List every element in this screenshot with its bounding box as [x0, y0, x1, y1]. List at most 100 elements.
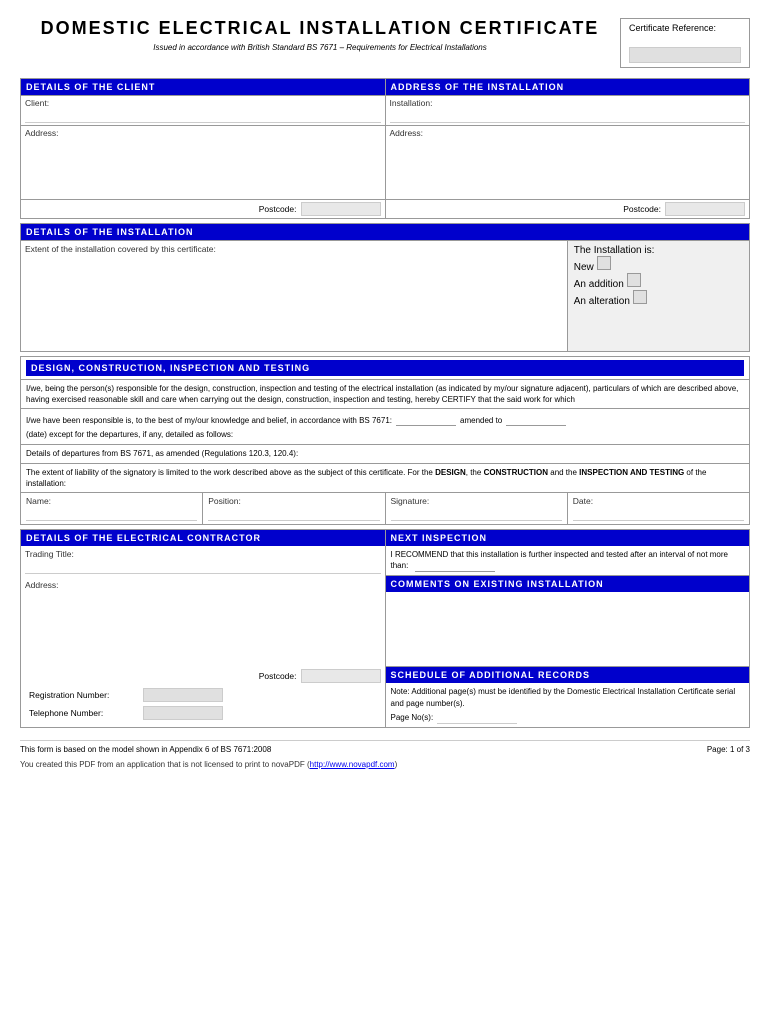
- page-info: Page: 1 of 3: [707, 745, 750, 754]
- trading-label: Trading Title:: [25, 549, 381, 559]
- install-postcode-input[interactable]: [665, 202, 745, 216]
- page: DOMESTIC ELECTRICAL INSTALLATION CERTIFI…: [0, 0, 770, 1024]
- tel-num-input[interactable]: [143, 706, 223, 720]
- trading-block: Trading Title:: [21, 546, 385, 577]
- signature-input[interactable]: [391, 507, 562, 521]
- main-title: DOMESTIC ELECTRICAL INSTALLATION CERTIFI…: [20, 18, 620, 39]
- cert-ref-box: Certificate Reference:: [620, 18, 750, 68]
- installation-label: Installation:: [390, 98, 746, 108]
- install-address-label: Address:: [390, 128, 746, 138]
- form-note: This form is based on the model shown in…: [20, 745, 271, 754]
- client-address-label: Address:: [25, 128, 381, 138]
- install-postcode-row: Postcode:: [386, 200, 750, 218]
- bs7671-input[interactable]: [396, 414, 456, 426]
- comments-area[interactable]: [391, 595, 745, 660]
- page-footer: This form is based on the model shown in…: [20, 740, 750, 754]
- client-postcode-row: Postcode:: [21, 200, 385, 218]
- client-address-area[interactable]: [25, 139, 381, 194]
- cert-ref-label: Certificate Reference:: [629, 23, 741, 33]
- position-cell: Position:: [203, 492, 385, 524]
- next-insp-input[interactable]: [415, 560, 495, 572]
- tel-num-label: Telephone Number:: [29, 708, 139, 718]
- date-cell: Date:: [567, 492, 749, 524]
- date2-label: Date:: [573, 496, 744, 506]
- new-row: New: [574, 256, 743, 273]
- design-para2-text: I/we have been responsible is, to the be…: [26, 416, 392, 425]
- address-header: ADDRESS OF THE INSTALLATION: [386, 79, 750, 95]
- install-address-area[interactable]: [390, 139, 746, 194]
- departures-label: Details of departures from BS 7671, as a…: [26, 448, 744, 459]
- date-input[interactable]: [573, 507, 744, 521]
- name-input[interactable]: [26, 507, 197, 521]
- contractor-postcode-row: Postcode:: [21, 667, 385, 685]
- client-postcode-label: Postcode:: [259, 204, 297, 214]
- name-cell: Name:: [21, 492, 203, 524]
- signature-cell: Signature:: [385, 492, 567, 524]
- installation-section: DETAILS OF THE INSTALLATION Extent of th…: [20, 223, 750, 352]
- reg-tel-block: Registration Number: Telephone Number:: [21, 685, 385, 727]
- cert-ref-input[interactable]: [629, 47, 741, 63]
- client-address-table: DETAILS OF THE CLIENT ADDRESS OF THE INS…: [20, 78, 750, 219]
- addition-checkbox[interactable]: [627, 273, 641, 287]
- contractor-header: DETAILS OF THE ELECTRICAL CONTRACTOR: [21, 530, 385, 546]
- schedule-header: SCHEDULE OF ADDITIONAL RECORDS: [386, 667, 750, 683]
- comments-body: [386, 592, 750, 666]
- reg-num-input[interactable]: [143, 688, 223, 702]
- new-label: New: [574, 262, 594, 273]
- pdf-notice-after: ): [395, 760, 398, 769]
- next-insp-body: I RECOMMEND that this installation is fu…: [386, 546, 750, 575]
- extent-block: Extent of the installation covered by th…: [21, 241, 567, 351]
- page-nos-input[interactable]: [437, 712, 517, 724]
- name-label: Name:: [26, 496, 197, 506]
- extent-area[interactable]: [25, 255, 563, 345]
- schedule-page-row: Page No(s):: [391, 712, 745, 724]
- pdf-notice: You created this PDF from an application…: [20, 760, 750, 769]
- new-checkbox[interactable]: [597, 256, 611, 270]
- page-nos-label: Page No(s):: [391, 712, 434, 724]
- client-header: DETAILS OF THE CLIENT: [21, 79, 385, 95]
- design-para1: I/we, being the person(s) responsible fo…: [26, 383, 744, 405]
- next-insp-header: NEXT INSPECTION: [386, 530, 750, 546]
- contractor-addr-label: Address:: [25, 580, 381, 590]
- schedule-note: Note: Additional page(s) must be identif…: [391, 686, 745, 710]
- date-label: (date) except for the departures, if any…: [26, 430, 233, 439]
- position-label: Position:: [208, 496, 379, 506]
- client-address-block: Address:: [21, 126, 385, 199]
- design-section-table: DESIGN, CONSTRUCTION, INSPECTION AND TES…: [20, 356, 750, 525]
- install-postcode-label: Postcode:: [623, 204, 661, 214]
- installation-field-block: Installation:: [386, 96, 750, 125]
- reg-num-row: Registration Number:: [29, 688, 377, 702]
- reg-num-label: Registration Number:: [29, 690, 139, 700]
- alteration-label: An alteration: [574, 296, 630, 307]
- design-para2-row: I/we have been responsible is, to the be…: [26, 414, 744, 439]
- design-header: DESIGN, CONSTRUCTION, INSPECTION AND TES…: [26, 360, 744, 376]
- schedule-body: Note: Additional page(s) must be identif…: [386, 683, 750, 727]
- addition-row: An addition: [574, 273, 743, 290]
- signature-label: Signature:: [391, 496, 562, 506]
- title-block: DOMESTIC ELECTRICAL INSTALLATION CERTIFI…: [20, 18, 620, 52]
- amended-to-input[interactable]: [506, 414, 566, 426]
- liability-text: The extent of liability of the signatory…: [26, 467, 744, 489]
- pdf-notice-before: You created this PDF from an application…: [20, 760, 310, 769]
- pdf-notice-link[interactable]: http://www.novapdf.com: [310, 760, 395, 769]
- client-label: Client:: [25, 98, 381, 108]
- contractor-postcode-input[interactable]: [301, 669, 381, 683]
- client-postcode-input[interactable]: [301, 202, 381, 216]
- contractor-addr-block: Address:: [21, 577, 385, 667]
- position-input[interactable]: [208, 507, 379, 521]
- comments-header: COMMENTS ON EXISTING INSTALLATION: [386, 576, 750, 592]
- installation-input[interactable]: [390, 109, 746, 123]
- sub-title: Issued in accordance with British Standa…: [20, 43, 620, 52]
- client-field-block: Client:: [21, 96, 385, 125]
- installation-details-header: DETAILS OF THE INSTALLATION: [21, 224, 749, 240]
- alteration-checkbox[interactable]: [633, 290, 647, 304]
- extent-label: Extent of the installation covered by th…: [25, 244, 216, 254]
- tel-num-row: Telephone Number:: [29, 706, 377, 720]
- header-section: DOMESTIC ELECTRICAL INSTALLATION CERTIFI…: [20, 18, 750, 68]
- trading-input[interactable]: [25, 560, 381, 574]
- contractor-addr-area[interactable]: [25, 591, 381, 661]
- install-left-cell: Extent of the installation covered by th…: [21, 241, 568, 352]
- install-address-block: Address:: [386, 126, 750, 199]
- addition-label: An addition: [574, 279, 624, 290]
- client-input[interactable]: [25, 109, 381, 123]
